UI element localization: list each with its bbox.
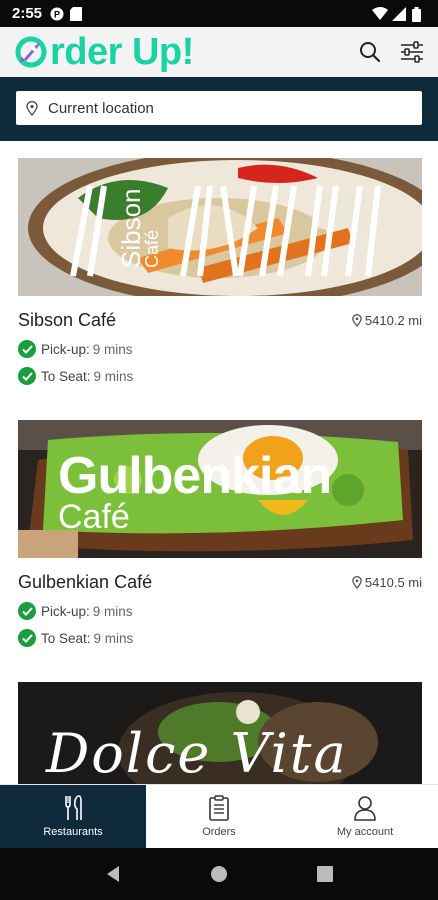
signal-icon	[392, 6, 406, 21]
sibson-food-photo	[18, 158, 422, 296]
restaurant-image: Gulbenkian Café	[18, 420, 422, 558]
restaurant-distance: 5410.2 mi	[352, 313, 422, 328]
location-input[interactable]: Current location	[16, 91, 422, 125]
system-back-button[interactable]	[101, 862, 125, 886]
rocket-logo-icon	[15, 36, 47, 68]
pickup-time-row: Pick-up: 9 mins	[18, 340, 422, 358]
restaurant-name: Sibson Café	[18, 310, 117, 330]
search-button[interactable]	[358, 40, 382, 64]
filter-button[interactable]	[400, 40, 424, 64]
seat-time-row: To Seat: 9 mins	[18, 629, 422, 647]
search-icon	[360, 42, 381, 63]
image-title: Gulbenkian	[58, 447, 332, 505]
check-circle-icon	[18, 367, 36, 385]
system-recents-button[interactable]	[313, 862, 337, 886]
app-logo: rder Up!	[14, 31, 194, 74]
image-title: Dolce Vita	[46, 722, 348, 784]
clipboard-icon	[209, 795, 229, 821]
restaurant-card-dolce-vita[interactable]: Dolce Vita	[18, 682, 422, 784]
image-subtitle: Café	[142, 229, 162, 268]
svg-text:P: P	[54, 9, 60, 19]
nav-label: Orders	[202, 826, 236, 838]
restaurant-list: Sibson Café Sibson Café 5410.2 mi Pick-u…	[0, 141, 438, 784]
app-bar: rder Up!	[0, 27, 438, 77]
location-pin-icon	[26, 100, 38, 116]
bottom-nav: Restaurants Orders My account	[0, 784, 438, 848]
cutlery-icon	[65, 795, 82, 820]
app-logo-text: rder Up!	[50, 30, 194, 73]
nav-my-account[interactable]: My account	[292, 785, 438, 848]
check-circle-icon	[18, 629, 36, 647]
battery-icon	[412, 6, 426, 22]
seat-time-row: To Seat: 9 mins	[18, 367, 422, 385]
restaurant-card-sibson[interactable]: Sibson Café Sibson Café 5410.2 mi Pick-u…	[18, 158, 422, 385]
status-time: 2:55	[12, 5, 43, 22]
nav-restaurants[interactable]: Restaurants	[0, 785, 146, 848]
image-subtitle: Café	[58, 498, 130, 536]
restaurant-distance: 5410.5 mi	[352, 575, 422, 590]
restaurant-card-gulbenkian[interactable]: Gulbenkian Café Gulbenkian Café 5410.5 m…	[18, 420, 422, 647]
restaurant-image: Dolce Vita	[18, 682, 422, 784]
nav-label: Restaurants	[43, 826, 103, 838]
restaurant-name: Gulbenkian Café	[18, 572, 153, 592]
recents-square-icon	[317, 866, 333, 882]
image-title-overlay: Sibson Café	[110, 158, 162, 296]
check-circle-icon	[18, 602, 36, 620]
nav-label: My account	[336, 826, 394, 838]
back-triangle-icon	[107, 866, 119, 882]
location-bar: Current location	[0, 77, 438, 141]
location-pin-icon	[352, 314, 362, 327]
wifi-icon	[372, 6, 388, 21]
pickup-time-row: Pick-up: 9 mins	[18, 602, 422, 620]
status-bar: 2:55 P	[0, 0, 438, 27]
system-nav-bar	[0, 848, 438, 900]
check-circle-icon	[18, 340, 36, 358]
filter-sliders-icon	[401, 41, 423, 63]
restaurant-image: Sibson Café	[18, 158, 422, 296]
system-home-button[interactable]	[207, 862, 231, 886]
nav-orders[interactable]: Orders	[146, 785, 292, 848]
location-pin-icon	[352, 576, 362, 589]
user-icon	[354, 796, 376, 821]
home-circle-icon	[211, 866, 227, 882]
location-placeholder: Current location	[48, 99, 154, 117]
sd-card-icon	[70, 6, 84, 21]
app-notification-icon: P	[50, 7, 64, 21]
